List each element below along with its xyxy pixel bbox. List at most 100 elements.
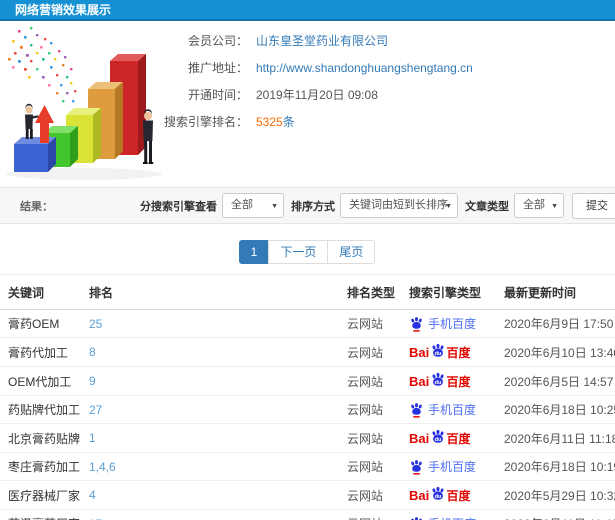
svg-text:Bai: Bai	[409, 374, 429, 389]
cell-keyword: 枣庄膏药加工	[0, 452, 85, 481]
sort-select-value: 关键词由短到长排序	[349, 199, 448, 211]
results-table: 关键词 排名 排名类型 搜索引擎类型 最新更新时间 膏药OEM 25 云网站 手…	[0, 274, 615, 520]
cell-keyword: 医疗器械厂家	[0, 480, 85, 510]
cell-engine: Bai du 百度	[409, 372, 496, 390]
sort-filter-label: 排序方式	[291, 200, 335, 213]
cell-engine: 手机百度	[409, 315, 496, 332]
cell-updated: 2020年6月18日 10:19	[500, 452, 615, 481]
svg-text:百度: 百度	[447, 488, 472, 503]
cell-rank[interactable]: 9	[85, 366, 343, 396]
cell-updated: 2020年6月18日 10:25	[500, 395, 615, 424]
cell-rank[interactable]: 1,4,6	[85, 452, 343, 481]
cell-rank-type: 云网站	[343, 509, 405, 520]
result-label: 结果：	[20, 200, 53, 213]
next-page-button[interactable]: 下一页	[268, 240, 329, 264]
cell-rank[interactable]: 25	[85, 309, 343, 338]
cell-keyword: 膏药代加工	[0, 337, 85, 367]
header-rank-type: 排名类型	[343, 274, 405, 310]
pagination: 1 下一页 尾页	[0, 240, 615, 264]
table-body: 膏药OEM 25 云网站 手机百度 2020年6月9日 17:50 膏药代加工 …	[0, 309, 615, 520]
mobile-baidu-label: 手机百度	[428, 460, 477, 474]
table-row: 膏药代加工 8 云网站 Bai du 百度 2020年6月10日 13:40	[0, 337, 615, 367]
header-updated: 最新更新时间	[500, 274, 615, 310]
cell-rank-type: 云网站	[343, 366, 405, 396]
confetti-dots	[8, 27, 81, 111]
table-row: OEM代加工 9 云网站 Bai du 百度 2020年6月5日 14:57	[0, 366, 615, 396]
cell-engine: Bai du 百度	[409, 486, 496, 504]
cell-rank-type: 云网站	[343, 480, 405, 510]
engine-filter-label: 分搜索引擎查看	[140, 200, 217, 213]
member-company-link[interactable]: 山东皇圣堂药业有限公司	[256, 34, 388, 48]
cell-rank[interactable]: 1	[85, 423, 343, 453]
cell-updated: 2020年6月5日 14:57	[500, 366, 615, 396]
cell-keyword: 膏药OEM	[0, 309, 85, 338]
svg-text:百度: 百度	[447, 345, 472, 360]
top-section: 会员公司： 山东皇圣堂药业有限公司 推广地址： http://www.shand…	[0, 21, 615, 187]
article-type-select[interactable]: 全部 ▼	[514, 193, 564, 218]
mobile-baidu-label: 手机百度	[428, 515, 476, 520]
svg-text:百度: 百度	[447, 374, 472, 389]
promo-url-link[interactable]: http://www.shandonghuangshengtang.cn	[256, 61, 473, 75]
cell-engine: 手机百度	[409, 458, 496, 475]
member-info: 会员公司： 山东皇圣堂药业有限公司 推广地址： http://www.shand…	[158, 21, 615, 129]
header-engine-type: 搜索引擎类型	[405, 274, 500, 310]
cell-keyword: 菏泽膏药厂家	[0, 509, 85, 520]
svg-text:Bai: Bai	[409, 431, 429, 446]
cell-rank-type: 云网站	[343, 423, 405, 453]
svg-text:Bai: Bai	[409, 345, 429, 360]
table-row: 菏泽膏药厂家 17 云网站 手机百度 2020年6月11日 11:40	[0, 509, 615, 520]
baidu-logo: Bai du 百度	[409, 343, 472, 360]
cell-rank[interactable]: 27	[85, 395, 343, 424]
table-row: 枣庄膏药加工 1,4,6 云网站 手机百度 2020年6月18日 10:19	[0, 452, 615, 481]
svg-text:Bai: Bai	[409, 488, 429, 503]
engine-select[interactable]: 全部 ▼	[222, 193, 284, 218]
svg-text:百度: 百度	[447, 431, 472, 446]
page-1-button[interactable]: 1	[238, 240, 270, 264]
rank-count-number: 5325	[256, 115, 283, 129]
last-page-button[interactable]: 尾页	[327, 240, 376, 264]
svg-text:du: du	[435, 380, 442, 386]
cell-updated: 2020年6月9日 17:50	[500, 309, 615, 338]
cell-engine: 手机百度	[409, 401, 496, 418]
cell-rank-type: 云网站	[343, 337, 405, 367]
chevron-down-icon: ▼	[445, 203, 452, 210]
mobile-baidu-label: 手机百度	[428, 403, 477, 417]
cell-rank-type: 云网站	[343, 309, 405, 338]
table-row: 膏药OEM 25 云网站 手机百度 2020年6月9日 17:50	[0, 309, 615, 338]
bar-chart-illustration	[6, 27, 162, 180]
cell-updated: 2020年6月11日 11:18	[500, 423, 615, 453]
article-type-select-value: 全部	[523, 199, 545, 211]
open-time-value: 2019年11月20日 09:08	[256, 88, 378, 102]
table-row: 医疗器械厂家 4 云网站 Bai du 百度 2020年5月29日 10:32	[0, 480, 615, 510]
header-rank: 排名	[85, 274, 343, 310]
page-title: 网络营销效果展示	[0, 0, 615, 21]
sort-select[interactable]: 关键词由短到长排序 ▼	[340, 193, 458, 218]
cell-rank[interactable]: 4	[85, 480, 343, 510]
svg-text:du: du	[435, 437, 442, 443]
cell-keyword: 药贴牌代加工	[0, 395, 85, 424]
chevron-down-icon: ▼	[271, 203, 278, 210]
cell-rank[interactable]: 17	[85, 509, 343, 520]
cell-keyword: 北京膏药贴牌	[0, 423, 85, 453]
promo-url-label: 推广地址：	[187, 61, 248, 75]
baidu-logo: Bai du 百度	[409, 372, 472, 389]
open-time-label: 开通时间：	[187, 88, 248, 102]
svg-text:du: du	[435, 351, 442, 357]
mobile-baidu-icon	[411, 516, 422, 520]
header-keyword: 关键词	[0, 274, 85, 310]
cell-engine: Bai du 百度	[409, 343, 496, 361]
cell-rank-type: 云网站	[343, 452, 405, 481]
baidu-logo: Bai du 百度	[409, 429, 472, 446]
rank-count-unit-link[interactable]: 条	[283, 115, 295, 129]
cell-updated: 2020年6月10日 13:40	[500, 337, 615, 367]
table-row: 药贴牌代加工 27 云网站 手机百度 2020年6月18日 10:25	[0, 395, 615, 424]
mobile-baidu-icon	[411, 459, 422, 475]
cell-engine: 手机百度	[409, 515, 496, 520]
article-type-label: 文章类型	[465, 200, 509, 213]
cell-updated: 2020年5月29日 10:32	[500, 480, 615, 510]
baidu-logo: Bai du 百度	[409, 486, 472, 503]
rank-count-row: 搜索引擎排名： 5325条	[158, 115, 615, 129]
cell-rank[interactable]: 8	[85, 337, 343, 367]
submit-button[interactable]: 提交	[572, 192, 615, 219]
member-company-row: 会员公司： 山东皇圣堂药业有限公司	[158, 34, 615, 48]
